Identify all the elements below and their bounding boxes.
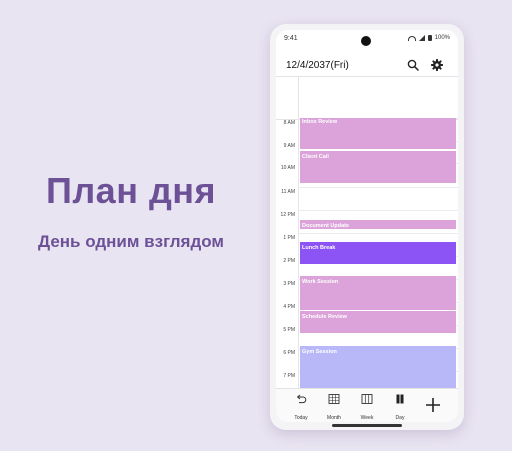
hour-label: 9 AM [283, 143, 295, 149]
nav-today[interactable]: Today [286, 391, 316, 422]
battery-level: 100% [434, 35, 450, 41]
promo-title: План дня [45, 170, 217, 211]
hour-label: 1 PM [283, 235, 295, 241]
hour-label: 7 PM [283, 373, 295, 379]
day-view-icon [396, 394, 404, 404]
nav-month-label: Month [327, 415, 341, 421]
all-day-gutter [276, 77, 299, 119]
hour-label: 6 PM [283, 350, 295, 356]
phone-screen: 9:41 100% 12/4/2037(Fri) 8 AM 9 AM 10 AM… [276, 30, 458, 422]
nav-today-label: Today [294, 415, 308, 421]
hour-grid-line [298, 210, 458, 211]
all-day-area[interactable] [276, 76, 458, 120]
hour-label: 3 PM [283, 281, 295, 287]
hour-grid-line [298, 187, 458, 188]
hour-label: 8 AM [283, 120, 295, 126]
hour-label: 12 PM [280, 212, 295, 218]
nav-day[interactable]: Day [385, 391, 415, 422]
calendar-event[interactable]: Document Update [300, 220, 456, 230]
hour-label: 4 PM [283, 304, 295, 310]
hour-label: 10 AM [280, 165, 295, 171]
camera-hole [361, 36, 371, 46]
hour-grid-line [298, 233, 458, 234]
calendar-event[interactable]: Client Call [300, 151, 456, 184]
nav-week-label: Week [360, 415, 374, 421]
calendar-event[interactable]: Work Session [300, 276, 456, 311]
week-columns-icon [361, 394, 373, 404]
calendar-event[interactable]: Gym Session [300, 346, 456, 388]
nav-month[interactable]: Month [319, 391, 349, 422]
month-grid-icon [328, 394, 340, 404]
hour-label: 2 PM [283, 258, 295, 264]
status-icons: 100% [407, 35, 450, 41]
nav-week[interactable]: Week [352, 391, 382, 422]
calendar-event[interactable]: Schedule Review [300, 311, 456, 334]
battery-icon [427, 35, 432, 41]
calendar-event[interactable]: Lunch Break [300, 242, 456, 265]
bottom-nav: Today Month Week Day [276, 388, 458, 422]
current-date[interactable]: 12/4/2037(Fri) [286, 60, 349, 71]
undo-arrow-icon [296, 394, 307, 404]
gear-icon[interactable] [430, 58, 444, 72]
hour-label: 5 PM [283, 327, 295, 333]
plus-icon[interactable] [421, 393, 445, 417]
wifi-icon [407, 35, 416, 41]
status-time: 9:41 [284, 35, 298, 42]
day-timeline[interactable]: 8 AM 9 AM 10 AM 11 AM 12 PM 1 PM 2 PM 3 PM 4 PM 5… [276, 118, 458, 388]
calendar-event[interactable]: Inbox Review [300, 118, 456, 150]
nav-day-label: Day [395, 415, 405, 421]
phone-frame: 9:41 100% 12/4/2037(Fri) 8 AM 9 AM 10 AM… [270, 24, 464, 430]
status-bar: 9:41 100% [276, 30, 458, 50]
signal-icon [418, 35, 425, 41]
hour-label: 11 AM [281, 189, 295, 195]
app-header: 12/4/2037(Fri) [276, 54, 458, 76]
home-indicator [332, 424, 402, 427]
search-icon[interactable] [406, 58, 420, 72]
promo-subtitle: День одним взглядом [38, 232, 224, 251]
